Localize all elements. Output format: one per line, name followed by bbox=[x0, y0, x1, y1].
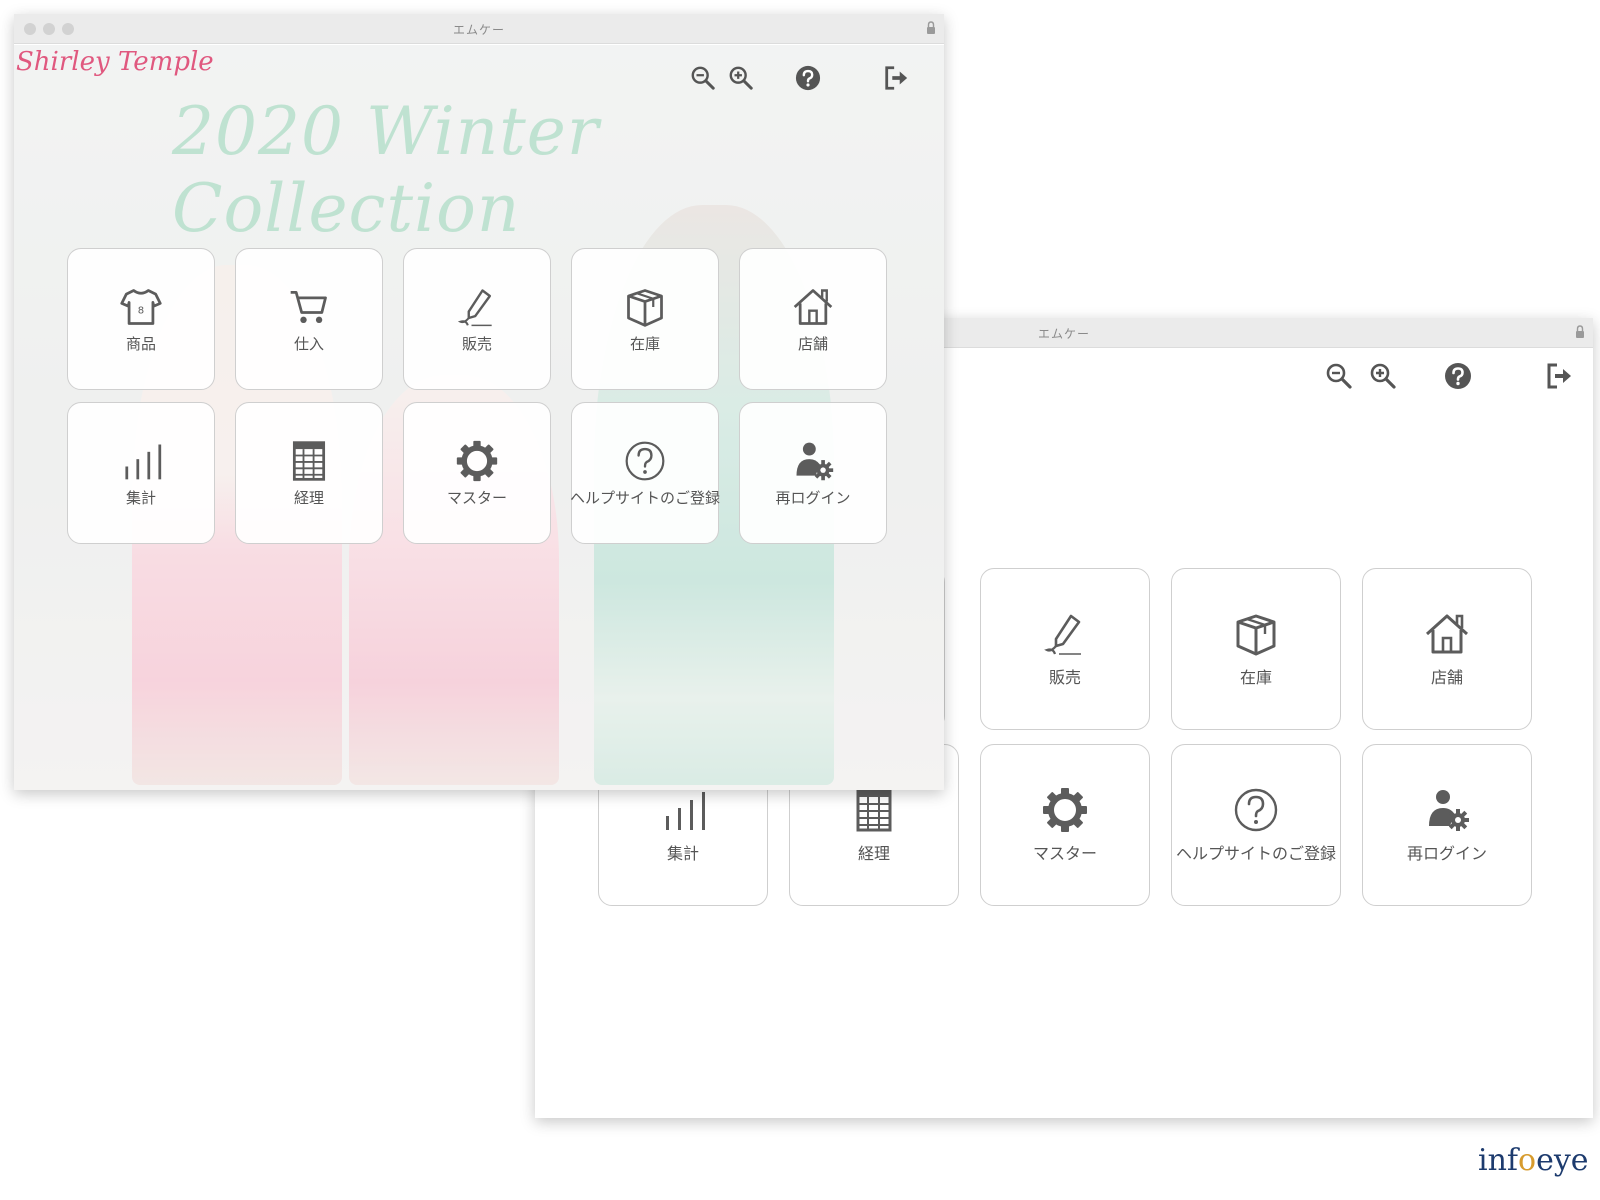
brand-logo: Shirley Temple bbox=[16, 47, 214, 77]
house-icon bbox=[791, 285, 835, 329]
house-icon bbox=[1423, 610, 1471, 658]
bar-chart-icon bbox=[659, 786, 707, 834]
tile-label: 経理 bbox=[857, 844, 890, 863]
tile-sales[interactable]: 販売 bbox=[980, 568, 1150, 730]
help-circle-icon bbox=[1232, 786, 1280, 834]
help-circle-icon bbox=[623, 439, 667, 483]
shirt-icon bbox=[119, 285, 163, 329]
tile-label: 経理 bbox=[293, 488, 324, 507]
box-icon bbox=[623, 285, 667, 329]
tile-sales[interactable]: 販売 bbox=[403, 248, 551, 390]
tile-help-site[interactable]: ヘルプサイトのご登録 bbox=[1171, 744, 1341, 906]
tile-label: マスター bbox=[1032, 844, 1097, 863]
lock-icon bbox=[1575, 325, 1585, 339]
front-window-title: エムケー bbox=[452, 23, 505, 37]
tile-purchasing[interactable]: 仕入 bbox=[235, 248, 383, 390]
tile-label: 販売 bbox=[461, 334, 492, 353]
logo-text: eye bbox=[1536, 1143, 1589, 1178]
front-window-titlebar[interactable]: エムケー bbox=[14, 14, 944, 44]
tile-label: 仕入 bbox=[293, 334, 324, 353]
tile-inventory[interactable]: 在庫 bbox=[571, 248, 719, 390]
zoom-in-icon[interactable] bbox=[1369, 362, 1397, 390]
tile-help-site[interactable]: ヘルプサイトのご登録 bbox=[570, 402, 721, 544]
tile-master[interactable]: マスター bbox=[403, 402, 551, 544]
cart-icon bbox=[287, 285, 331, 329]
ledger-icon bbox=[850, 786, 898, 834]
tile-accounting[interactable]: 経理 bbox=[235, 402, 383, 544]
logo-text: inf bbox=[1478, 1143, 1519, 1178]
tile-label: 集計 bbox=[125, 488, 156, 507]
infoeye-logo: infoeye bbox=[1478, 1143, 1589, 1178]
logout-icon[interactable] bbox=[883, 65, 909, 91]
tile-store[interactable]: 店舗 bbox=[739, 248, 887, 390]
zoom-out-icon[interactable] bbox=[690, 65, 716, 91]
pen-icon bbox=[455, 285, 499, 329]
box-icon bbox=[1232, 610, 1280, 658]
tile-products[interactable]: 商品 bbox=[67, 248, 215, 390]
screen: エムケー 販売 在庫 店舗 集計 経理 マスター ヘルプサイトのご登録 再ログイ… bbox=[0, 0, 1600, 1200]
tile-store[interactable]: 店舗 bbox=[1362, 568, 1532, 730]
tile-inventory[interactable]: 在庫 bbox=[1171, 568, 1341, 730]
tile-label: 販売 bbox=[1048, 668, 1081, 687]
logo-text: o bbox=[1518, 1143, 1537, 1178]
tile-label: マスター bbox=[446, 488, 507, 507]
help-icon[interactable] bbox=[795, 65, 821, 91]
tile-label: 商品 bbox=[125, 334, 156, 353]
tile-label: 在庫 bbox=[1239, 668, 1272, 687]
pen-icon bbox=[1041, 610, 1089, 658]
logout-icon[interactable] bbox=[1545, 362, 1573, 390]
tile-label: ヘルプサイトのご登録 bbox=[570, 488, 721, 507]
zoom-in-icon[interactable] bbox=[728, 65, 754, 91]
tile-summary[interactable]: 集計 bbox=[67, 402, 215, 544]
user-gear-icon bbox=[1423, 786, 1471, 834]
tile-label: 再ログイン bbox=[1406, 844, 1487, 863]
gear-icon bbox=[1041, 786, 1089, 834]
zoom-out-icon[interactable] bbox=[1325, 362, 1353, 390]
front-window: エムケー Shirley Temple 2020 Winter Collecti… bbox=[14, 14, 944, 790]
tile-label: 店舗 bbox=[797, 334, 828, 353]
help-icon[interactable] bbox=[1444, 362, 1472, 390]
tile-label: 店舗 bbox=[1430, 668, 1463, 687]
user-gear-icon bbox=[791, 439, 835, 483]
bar-chart-icon bbox=[119, 439, 163, 483]
tile-label: 集計 bbox=[666, 844, 699, 863]
home-screen: Shirley Temple 2020 Winter Collection 商品… bbox=[14, 45, 944, 790]
tile-label: ヘルプサイトのご登録 bbox=[1175, 844, 1336, 863]
lock-icon bbox=[926, 21, 936, 35]
gear-icon bbox=[455, 439, 499, 483]
tile-master[interactable]: マスター bbox=[980, 744, 1150, 906]
collection-title: 2020 Winter Collection bbox=[172, 93, 600, 247]
tile-label: 在庫 bbox=[629, 334, 660, 353]
ledger-icon bbox=[287, 439, 331, 483]
tile-relogin[interactable]: 再ログイン bbox=[739, 402, 887, 544]
tile-label: 再ログイン bbox=[775, 488, 851, 507]
tile-relogin[interactable]: 再ログイン bbox=[1362, 744, 1532, 906]
